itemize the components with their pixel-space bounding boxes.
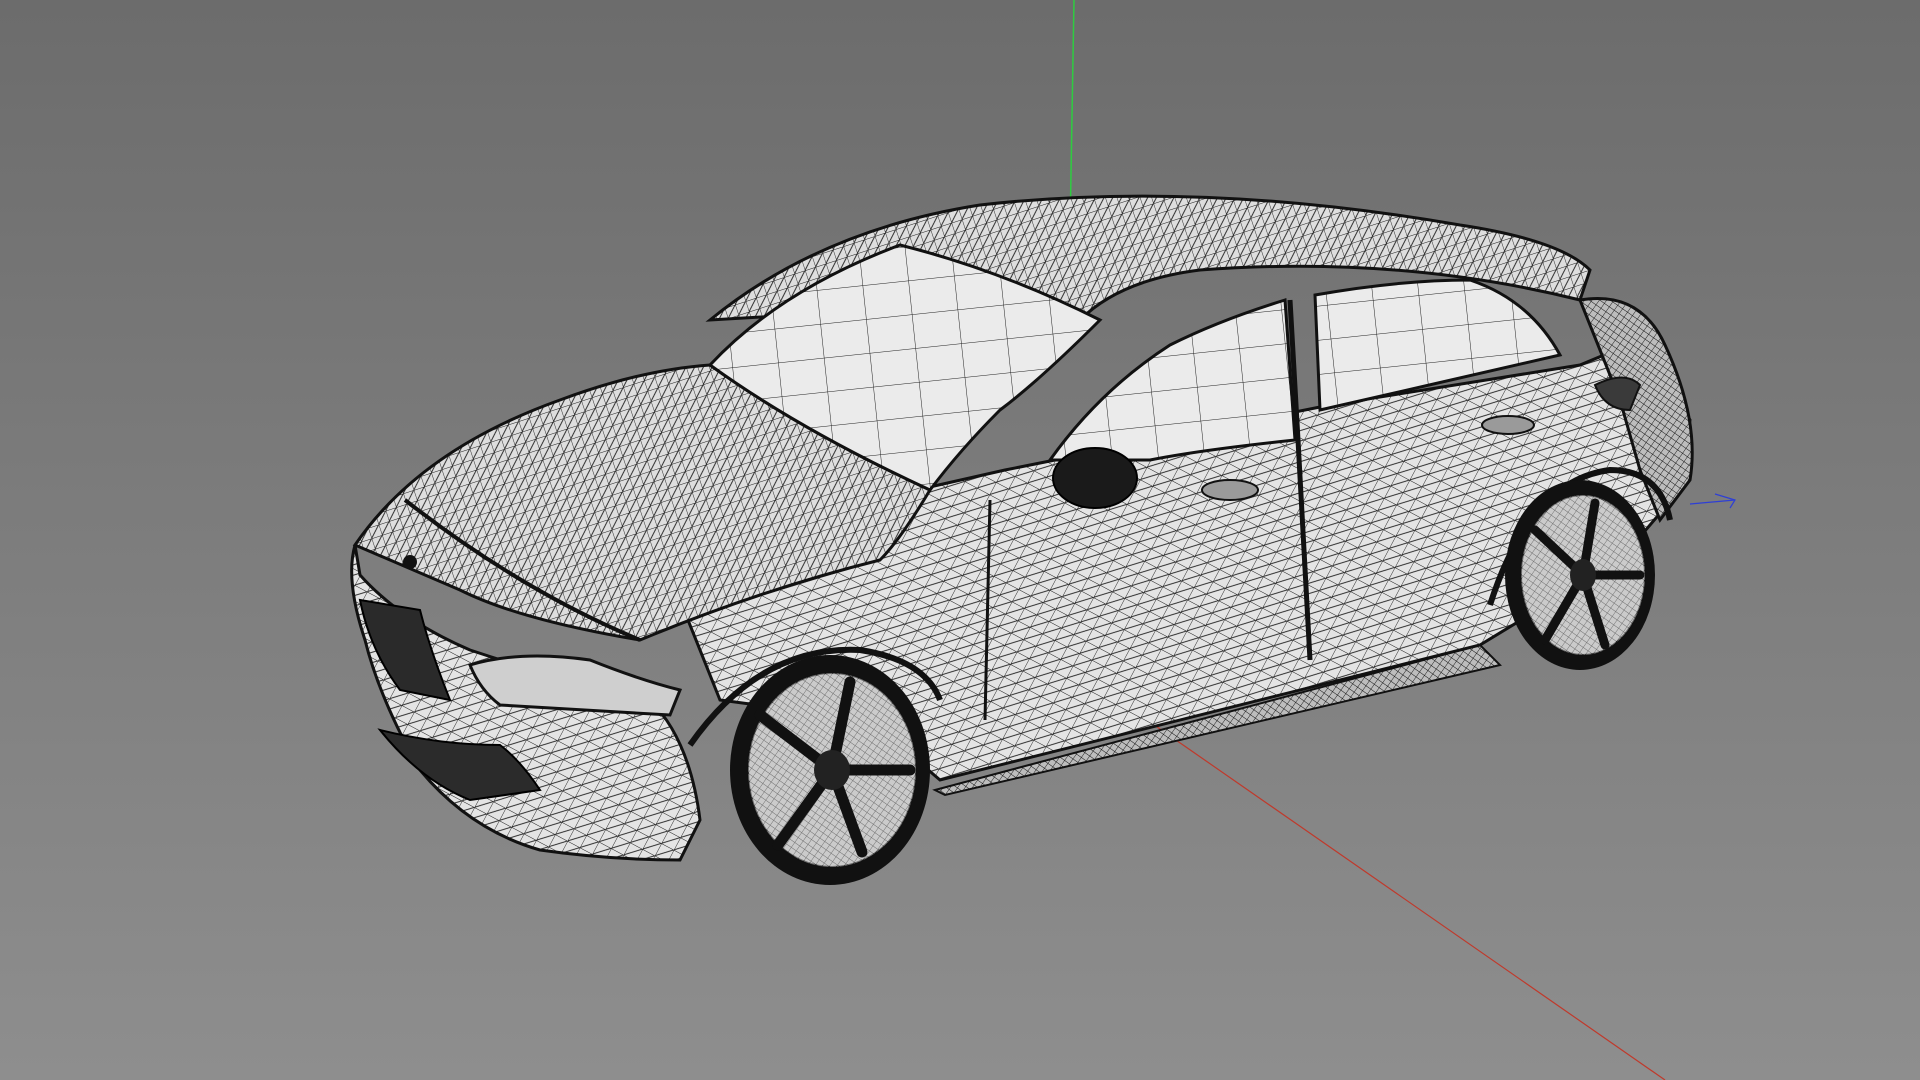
scene-canvas[interactable] bbox=[0, 0, 1920, 1080]
rear-door-handle bbox=[1481, 415, 1535, 435]
rear-wheel bbox=[1505, 480, 1655, 670]
x-axis-line bbox=[1149, 721, 1666, 1080]
car-model[interactable] bbox=[350, 194, 1694, 885]
emblem bbox=[403, 555, 417, 569]
z-axis-indicator bbox=[1689, 493, 1736, 509]
headlight bbox=[467, 654, 683, 717]
side-mirror bbox=[1052, 447, 1138, 509]
front-door-handle bbox=[1201, 479, 1259, 501]
front-wheel bbox=[730, 655, 930, 885]
3d-viewport[interactable] bbox=[0, 0, 1920, 1080]
